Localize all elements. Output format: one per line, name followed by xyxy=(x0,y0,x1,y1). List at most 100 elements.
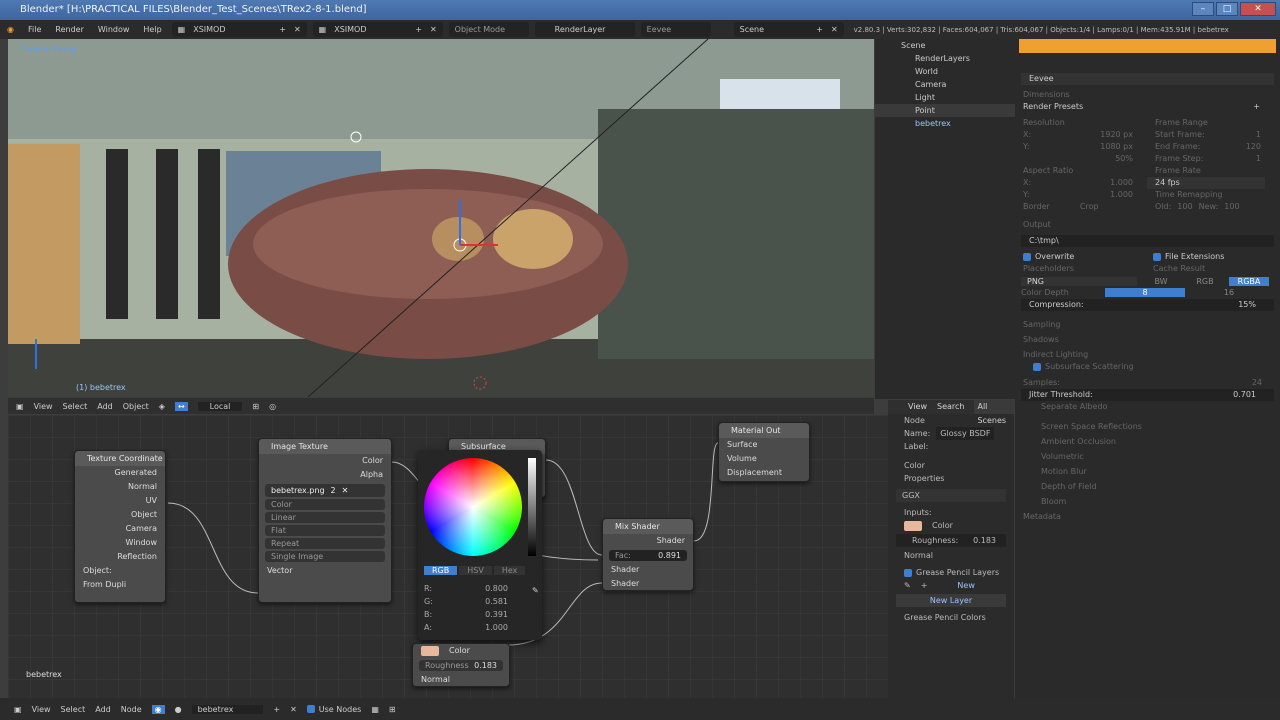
input-color-row[interactable]: Color xyxy=(888,519,1014,532)
socket-shader-out[interactable]: Shader xyxy=(603,534,693,548)
color-bw-button[interactable]: BW xyxy=(1141,277,1181,286)
outliner-item-renderlayers[interactable]: RenderLayers xyxy=(875,52,1015,65)
r-field[interactable]: R: 0.800 xyxy=(424,584,508,597)
panel-subsurface-scattering[interactable]: Subsurface Scattering xyxy=(1015,361,1280,373)
panel-ao[interactable]: Ambient Occlusion xyxy=(1015,436,1280,448)
properties-tab-bar[interactable] xyxy=(1019,39,1276,53)
color-swatch[interactable] xyxy=(904,521,922,531)
menu-select[interactable]: Select xyxy=(61,705,86,714)
file-format-dropdown[interactable]: PNG xyxy=(1021,277,1137,286)
aspect-x-field[interactable]: X: 1.000 xyxy=(1015,177,1147,189)
workspace-selector-2[interactable]: ▦ XSIMOD + ✕ xyxy=(312,22,443,37)
eyedropper-icon[interactable]: ✎ xyxy=(532,586,539,595)
material-output-node[interactable]: Material Out Surface Volume Displacement xyxy=(718,422,810,482)
add-icon[interactable]: + xyxy=(921,579,928,592)
shader-type-icon[interactable]: ◉ xyxy=(151,704,165,714)
editor-type-icon[interactable]: ▣ xyxy=(16,402,24,411)
outliner-item-camera[interactable]: Camera xyxy=(875,78,1015,91)
socket-uv[interactable]: UV xyxy=(75,494,165,508)
panel-shadows[interactable]: Shadows xyxy=(1015,334,1280,346)
add-scene-icon[interactable]: + xyxy=(816,25,823,34)
menu-search[interactable]: Search xyxy=(937,400,964,414)
socket-object[interactable]: Object xyxy=(75,508,165,522)
color-picker-popup[interactable]: RGB HSV Hex R: 0.800 G: 0.581 B: 0.391 A: 1.… xyxy=(418,450,542,640)
render-presets[interactable]: Render Presets + xyxy=(1015,101,1280,113)
snap-icon[interactable]: ⊞ xyxy=(389,705,396,714)
menu-all-scenes[interactable]: All Scenes xyxy=(974,400,1014,425)
use-nodes-checkbox[interactable]: Use Nodes xyxy=(306,705,361,714)
snap-icon[interactable]: ⊞ xyxy=(252,402,259,411)
engine-selector[interactable]: Eevee xyxy=(640,22,711,37)
samples-field[interactable]: Samples: 24 xyxy=(1015,377,1280,389)
border-checkbox[interactable]: Border xyxy=(1023,201,1050,213)
backdrop-icon[interactable]: ▦ xyxy=(371,705,379,714)
node-editor[interactable]: Texture Coordinate Generated Normal UV O… xyxy=(8,415,888,698)
separate-albedo-checkbox[interactable]: Separate Albedo xyxy=(1015,401,1280,413)
panel-output[interactable]: Output xyxy=(1015,219,1280,231)
mix-shader-node[interactable]: Mix Shader Shader Fac: 0.891 Shader Shad… xyxy=(602,518,694,591)
image-selector[interactable]: bebetrex.png 2 ✕ xyxy=(265,484,385,497)
glossy-color-row[interactable]: Color xyxy=(413,644,509,658)
new-layer-button[interactable]: New Layer xyxy=(896,594,1006,607)
image-texture-node[interactable]: Image Texture Color Alpha bebetrex.png 2… xyxy=(258,438,392,603)
b-field[interactable]: B: 0.391 xyxy=(424,610,508,623)
mode-selector[interactable]: Object Mode xyxy=(448,22,529,37)
panel-dof[interactable]: Depth of Field xyxy=(1015,481,1280,493)
add-workspace-icon[interactable]: + xyxy=(279,25,286,34)
panel-motion-blur[interactable]: Motion Blur xyxy=(1015,466,1280,478)
panel-properties[interactable]: Properties xyxy=(888,472,1014,485)
crop-checkbox[interactable]: Crop xyxy=(1080,201,1099,213)
menu-file[interactable]: File xyxy=(21,25,48,34)
menu-help[interactable]: Help xyxy=(136,25,168,34)
unlink-material-icon[interactable]: ✕ xyxy=(290,705,297,714)
scene-selector[interactable]: Scene + ✕ xyxy=(733,22,844,37)
move-tool-icon[interactable]: ↔ xyxy=(174,401,188,411)
end-frame-field[interactable]: End Frame: 120 xyxy=(1147,141,1275,153)
panel-dimensions[interactable]: Dimensions xyxy=(1015,89,1280,101)
jitter-threshold-field[interactable]: Jitter Threshold: 0.701 xyxy=(1021,389,1274,401)
menu-node[interactable]: Node xyxy=(121,705,142,714)
menu-view[interactable]: View xyxy=(34,402,53,411)
source-dropdown[interactable]: Single Image xyxy=(265,551,385,562)
close-button[interactable]: ✕ xyxy=(1240,2,1276,16)
add-workspace-icon[interactable]: + xyxy=(415,25,422,34)
object-field[interactable]: Object: xyxy=(75,564,165,578)
panel-sampling[interactable]: Sampling xyxy=(1015,319,1280,331)
socket-normal[interactable]: Normal xyxy=(413,673,509,687)
from-instancer-checkbox[interactable]: From Dupli xyxy=(75,578,165,592)
panel-bloom[interactable]: Bloom xyxy=(1015,496,1280,508)
editor-type-icon[interactable]: ▣ xyxy=(14,705,22,714)
projection-dropdown[interactable]: Flat xyxy=(265,525,385,536)
pivot-icon[interactable]: ◈ xyxy=(159,402,165,411)
overwrite-checkbox[interactable]: Overwrite xyxy=(1015,251,1145,263)
file-extensions-checkbox[interactable]: File Extensions xyxy=(1145,251,1275,263)
material-sphere-icon[interactable]: ● xyxy=(175,705,182,714)
close-image-icon[interactable]: ✕ xyxy=(342,484,349,497)
add-material-icon[interactable]: + xyxy=(273,705,280,714)
res-y-field[interactable]: Y: 1080 px xyxy=(1015,141,1147,153)
menu-view[interactable]: View xyxy=(32,705,51,714)
blender-logo-icon[interactable]: ◉ xyxy=(0,25,21,34)
color-space-dropdown[interactable]: Color xyxy=(265,499,385,510)
render-engine-dropdown[interactable]: Eevee xyxy=(1021,73,1274,85)
menu-object[interactable]: Object xyxy=(123,402,149,411)
frame-step-field[interactable]: Frame Step: 1 xyxy=(1147,153,1275,165)
depth-8-button[interactable]: 8 xyxy=(1105,288,1185,297)
texture-coordinate-node[interactable]: Texture Coordinate Generated Normal UV O… xyxy=(74,450,166,603)
socket-shader-in-1[interactable]: Shader xyxy=(603,563,693,577)
outliner-item-scene[interactable]: Scene xyxy=(875,39,1015,52)
panel-metadata[interactable]: Metadata xyxy=(1015,511,1280,523)
res-x-field[interactable]: X: 1920 px xyxy=(1015,129,1147,141)
aspect-y-field[interactable]: Y: 1.000 xyxy=(1015,189,1147,201)
node-label-row[interactable]: Label: xyxy=(888,440,1014,453)
socket-displacement[interactable]: Displacement xyxy=(719,466,809,480)
render-layer-selector[interactable]: RenderLayer xyxy=(534,22,635,37)
socket-vector[interactable]: Vector xyxy=(259,564,391,578)
panel-grease-pencil-colors[interactable]: Grease Pencil Colors xyxy=(888,611,1014,624)
outliner-item-point[interactable]: Point xyxy=(875,104,1015,117)
extension-dropdown[interactable]: Repeat xyxy=(265,538,385,549)
panel-volumetric[interactable]: Volumetric xyxy=(1015,451,1280,463)
tab-hsv[interactable]: HSV xyxy=(459,566,492,575)
output-path-field[interactable]: C:\tmp\ xyxy=(1021,235,1274,247)
menu-window[interactable]: Window xyxy=(91,25,137,34)
